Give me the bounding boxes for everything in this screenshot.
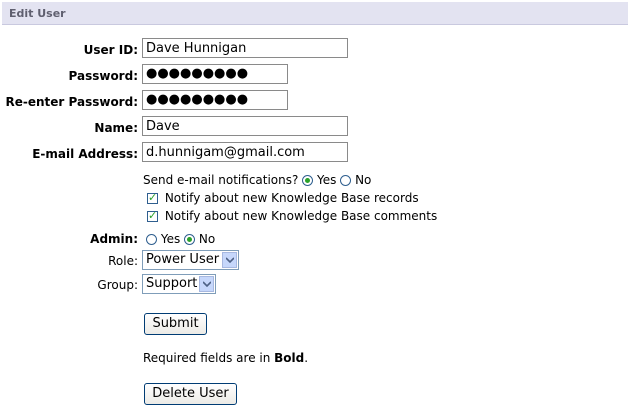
reenter-password-label: Re-enter Password: — [5, 95, 138, 109]
page-title: Edit User — [9, 7, 66, 20]
notify-records-checkbox[interactable] — [147, 191, 158, 204]
notify-comments-row: Notify about new Knowledge Base comments — [147, 209, 437, 223]
group-select[interactable]: Support — [142, 274, 216, 294]
required-note-prefix: Required fields are in — [143, 351, 275, 365]
notifications-question: Send e-mail notifications? — [143, 173, 299, 187]
name-label: Name: — [94, 121, 138, 135]
admin-no-radio[interactable] — [184, 234, 196, 245]
notifications-no-label: No — [355, 173, 372, 187]
submit-button[interactable]: Submit — [144, 313, 207, 335]
email-label: E-mail Address: — [32, 147, 138, 161]
header-bar: Edit User — [2, 2, 628, 25]
chevron-down-icon[interactable] — [199, 276, 214, 292]
notifications-yes-radio[interactable] — [302, 175, 314, 186]
required-note: Required fields are in Bold. — [143, 351, 308, 365]
admin-no-label: No — [198, 232, 216, 246]
reenter-password-input[interactable]: ●●●●●●●●● — [142, 90, 288, 110]
notify-records-row: Notify about new Knowledge Base records — [147, 191, 419, 205]
name-input[interactable] — [142, 116, 348, 136]
group-label: Group: — [97, 278, 138, 292]
required-note-suffix: . — [304, 351, 309, 365]
role-label: Role: — [108, 254, 138, 268]
required-note-bold: Bold — [274, 351, 305, 365]
notify-comments-checkbox[interactable] — [147, 209, 158, 222]
admin-label: Admin: — [90, 232, 138, 246]
admin-radios: Yes No — [146, 232, 215, 246]
admin-yes-label: Yes — [160, 232, 181, 246]
group-select-value: Support — [146, 276, 198, 291]
notifications-yes-label: Yes — [317, 173, 337, 187]
user-id-label: User ID: — [83, 43, 138, 57]
notify-records-label: Notify about new Knowledge Base records — [164, 191, 419, 205]
email-input[interactable] — [142, 142, 348, 162]
password-input[interactable]: ●●●●●●●●● — [142, 64, 288, 84]
role-select[interactable]: Power User — [142, 250, 239, 270]
notifications-row: Send e-mail notifications? Yes No — [143, 173, 371, 187]
role-select-value: Power User — [146, 252, 220, 267]
password-label: Password: — [68, 69, 139, 83]
chevron-down-icon[interactable] — [222, 252, 237, 268]
delete-user-button[interactable]: Delete User — [144, 383, 237, 405]
user-id-input[interactable] — [142, 38, 348, 58]
notify-comments-label: Notify about new Knowledge Base comments — [164, 209, 438, 223]
notifications-no-radio[interactable] — [340, 175, 352, 186]
admin-yes-radio[interactable] — [146, 234, 157, 245]
